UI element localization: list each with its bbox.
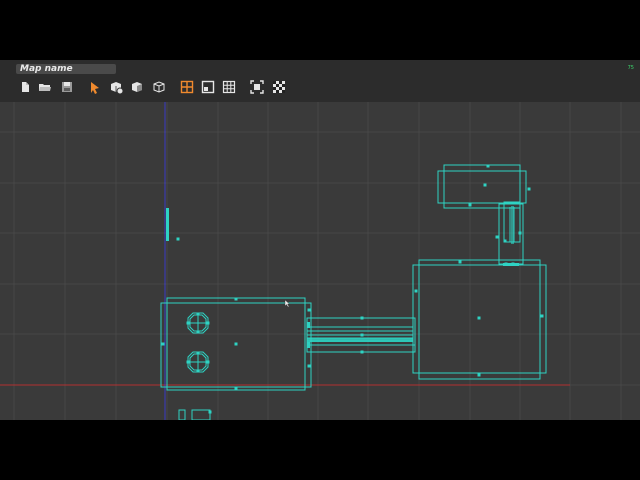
vertex-handle[interactable]: [196, 351, 200, 355]
vertex-handle[interactable]: [540, 314, 544, 318]
shaft-fill: [511, 206, 514, 244]
top-down-viewport[interactable]: [0, 102, 640, 420]
select-tool-button[interactable]: [88, 80, 102, 94]
vertex-handle[interactable]: [477, 316, 481, 320]
new-file-icon: [22, 82, 29, 92]
grid-toggle-button[interactable]: [222, 80, 236, 94]
checker-texture-icon: [273, 81, 285, 93]
wireframe-tool-button[interactable]: [152, 80, 166, 94]
grid-lines: [0, 102, 640, 420]
vertex-handle[interactable]: [196, 312, 200, 316]
single-view-icon: [201, 80, 215, 94]
vertex-handle[interactable]: [495, 235, 499, 239]
vertex-handle[interactable]: [483, 183, 487, 187]
brush-pillar-bottom-detail: [189, 353, 207, 371]
brush-room-top-right[interactable]: [437, 170, 527, 204]
vertex-handle[interactable]: [206, 321, 210, 325]
corridor-handle: [307, 322, 310, 328]
vertex-handle[interactable]: [196, 369, 200, 373]
single-view-button[interactable]: [201, 80, 215, 94]
toolbar: Map name 75: [0, 60, 640, 102]
grid-icon: [222, 80, 236, 94]
vertex-handle[interactable]: [504, 262, 508, 266]
select-arrow-icon: [91, 82, 99, 94]
vertex-handle[interactable]: [468, 203, 472, 207]
focus-view-button[interactable]: [250, 80, 264, 94]
vertex-handle[interactable]: [360, 333, 364, 337]
add-brush-icon: [111, 82, 123, 94]
vertex-handle[interactable]: [186, 321, 190, 325]
vertex-handle[interactable]: [518, 231, 522, 235]
vertex-handle[interactable]: [307, 364, 311, 368]
vertex-handle[interactable]: [196, 330, 200, 334]
brush-pillar-top-detail: [189, 314, 207, 332]
vertex-handle[interactable]: [458, 260, 462, 264]
save-button[interactable]: [60, 80, 74, 94]
save-icon: [62, 82, 72, 92]
map-name-field[interactable]: Map name: [16, 64, 116, 74]
vertex-handle[interactable]: [208, 410, 212, 414]
entity-marker-bar[interactable]: [166, 208, 169, 241]
corridor-handle: [307, 342, 310, 348]
fps-counter: 75: [627, 65, 634, 71]
add-brush-button[interactable]: [109, 80, 123, 94]
vertex-handle[interactable]: [477, 373, 481, 377]
vertex-handle[interactable]: [186, 360, 190, 364]
vertex-handle[interactable]: [234, 386, 238, 390]
open-folder-icon: [39, 84, 51, 91]
vertex-handle[interactable]: [527, 187, 531, 191]
new-file-button[interactable]: [18, 80, 32, 94]
quad-view-icon: [180, 80, 194, 94]
mouse-cursor-icon: [284, 299, 291, 308]
vertex-handle[interactable]: [360, 350, 364, 354]
face-tool-button[interactable]: [130, 80, 144, 94]
focus-frame-icon: [250, 80, 264, 94]
vertex-handle[interactable]: [234, 342, 238, 346]
brush-face-icon: [132, 82, 142, 92]
brush-small-a[interactable]: [178, 409, 186, 420]
vertex-handle[interactable]: [486, 164, 490, 168]
vertex-handle[interactable]: [176, 237, 180, 241]
vertex-handle[interactable]: [234, 297, 238, 301]
vertex-handle[interactable]: [511, 262, 515, 266]
corridor-fill: [307, 338, 413, 342]
vertex-handle[interactable]: [206, 360, 210, 364]
texture-toggle-button[interactable]: [272, 80, 286, 94]
quad-view-button[interactable]: [180, 80, 194, 94]
vertex-handle[interactable]: [161, 342, 165, 346]
brush-small-b[interactable]: [191, 409, 211, 420]
vertex-handle[interactable]: [360, 316, 364, 320]
wireframe-cube-icon: [153, 81, 165, 93]
map-canvas: [0, 102, 640, 420]
vertex-handles: [161, 164, 544, 414]
vertex-handle[interactable]: [307, 308, 311, 312]
open-file-button[interactable]: [38, 80, 52, 94]
vertex-handle[interactable]: [414, 289, 418, 293]
map-editor-window: Map name 75: [0, 60, 640, 420]
vertex-handle[interactable]: [503, 239, 507, 243]
